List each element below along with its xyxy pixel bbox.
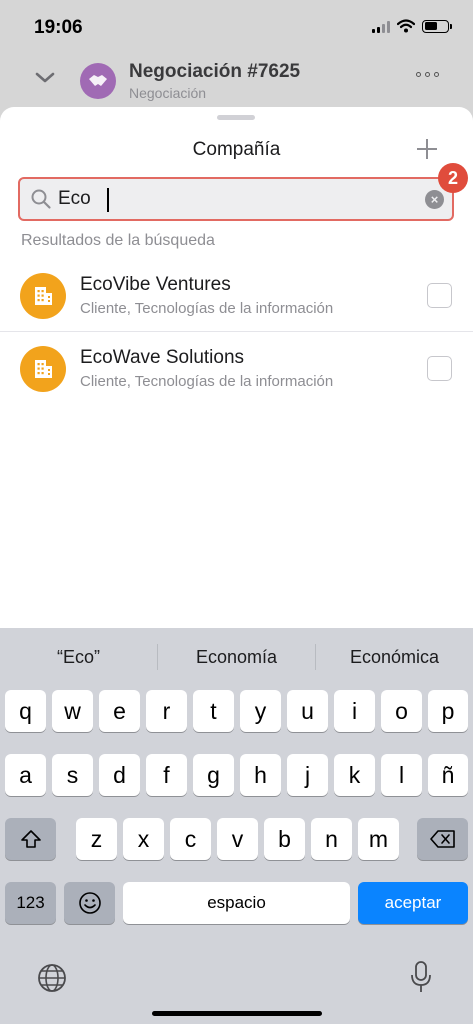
numbers-key[interactable]: 123 <box>5 882 56 924</box>
key-l[interactable]: l <box>381 754 422 796</box>
key-s[interactable]: s <box>52 754 93 796</box>
building-icon <box>35 287 52 305</box>
mic-icon[interactable] <box>410 960 432 994</box>
result-meta: Cliente, Tecnologías de la información <box>80 373 334 390</box>
shift-icon <box>20 830 41 848</box>
key-p[interactable]: p <box>428 690 468 732</box>
backspace-key[interactable] <box>417 818 468 860</box>
deal-header: Negociación #7625 Negociación <box>0 54 473 106</box>
building-icon <box>35 360 52 378</box>
suggestion-item[interactable]: Economía <box>158 628 315 686</box>
key-t[interactable]: t <box>193 690 234 732</box>
plus-icon[interactable] <box>413 135 441 163</box>
key-x[interactable]: x <box>123 818 164 860</box>
search-icon <box>31 189 51 209</box>
key-j[interactable]: j <box>287 754 328 796</box>
text-caret <box>107 188 109 212</box>
key-m[interactable]: m <box>358 818 399 860</box>
search-input[interactable] <box>58 179 408 219</box>
key-n[interactable]: n <box>311 818 352 860</box>
key-k[interactable]: k <box>334 754 375 796</box>
key-b[interactable]: b <box>264 818 305 860</box>
accept-key[interactable]: aceptar <box>358 882 468 924</box>
step-badge: 2 <box>438 163 468 193</box>
company-avatar <box>20 346 66 392</box>
search-field[interactable]: × <box>18 177 454 221</box>
list-item[interactable]: EcoVibe Ventures Cliente, Tecnologías de… <box>0 259 473 332</box>
status-time: 19:06 <box>34 17 83 38</box>
status-bar: 19:06 <box>0 0 473 54</box>
key-r[interactable]: r <box>146 690 187 732</box>
result-checkbox[interactable] <box>427 356 452 381</box>
key-enye[interactable]: ñ <box>428 754 468 796</box>
sheet-grabber[interactable] <box>217 115 255 120</box>
key-h[interactable]: h <box>240 754 281 796</box>
key-a[interactable]: a <box>5 754 46 796</box>
company-picker-sheet: Compañía × 2 Resultados de la búsqueda E… <box>0 107 473 647</box>
results-label: Resultados de la búsqueda <box>21 232 215 249</box>
globe-icon[interactable] <box>36 962 68 994</box>
handshake-icon <box>89 75 107 86</box>
deal-subtitle: Negociación <box>129 85 207 101</box>
clear-icon[interactable]: × <box>425 190 444 209</box>
deal-avatar <box>80 63 116 99</box>
result-name: EcoWave Solutions <box>80 347 245 368</box>
key-e[interactable]: e <box>99 690 140 732</box>
key-q[interactable]: q <box>5 690 46 732</box>
chevron-down-icon[interactable] <box>34 66 56 88</box>
list-item[interactable]: EcoWave Solutions Cliente, Tecnologías d… <box>0 332 473 405</box>
key-v[interactable]: v <box>217 818 258 860</box>
battery-icon <box>422 19 452 33</box>
suggestion-item[interactable]: Económica <box>316 628 473 686</box>
result-meta: Cliente, Tecnologías de la información <box>80 300 334 317</box>
key-f[interactable]: f <box>146 754 187 796</box>
emoji-icon <box>78 892 101 914</box>
backspace-icon <box>429 830 455 848</box>
key-g[interactable]: g <box>193 754 234 796</box>
signal-icon <box>372 20 390 33</box>
key-u[interactable]: u <box>287 690 328 732</box>
key-y[interactable]: y <box>240 690 281 732</box>
emoji-key[interactable] <box>64 882 115 924</box>
suggestion-item[interactable]: “Eco” <box>0 628 157 686</box>
key-c[interactable]: c <box>170 818 211 860</box>
space-key[interactable]: espacio <box>123 882 350 924</box>
key-o[interactable]: o <box>381 690 422 732</box>
wifi-icon <box>397 19 415 33</box>
status-icons <box>372 19 452 33</box>
company-avatar <box>20 273 66 319</box>
suggestion-bar: “Eco” Economía Económica <box>0 628 473 686</box>
key-w[interactable]: w <box>52 690 93 732</box>
result-name: EcoVibe Ventures <box>80 274 231 295</box>
more-icon[interactable] <box>416 72 439 77</box>
keyboard: “Eco” Economía Económica q w e r t y u i… <box>0 628 473 1024</box>
key-i[interactable]: i <box>334 690 375 732</box>
key-d[interactable]: d <box>99 754 140 796</box>
result-checkbox[interactable] <box>427 283 452 308</box>
sheet-title: Compañía <box>192 139 281 160</box>
shift-key[interactable] <box>5 818 56 860</box>
home-indicator <box>152 1011 322 1016</box>
deal-title: Negociación #7625 <box>129 61 301 82</box>
key-z[interactable]: z <box>76 818 117 860</box>
